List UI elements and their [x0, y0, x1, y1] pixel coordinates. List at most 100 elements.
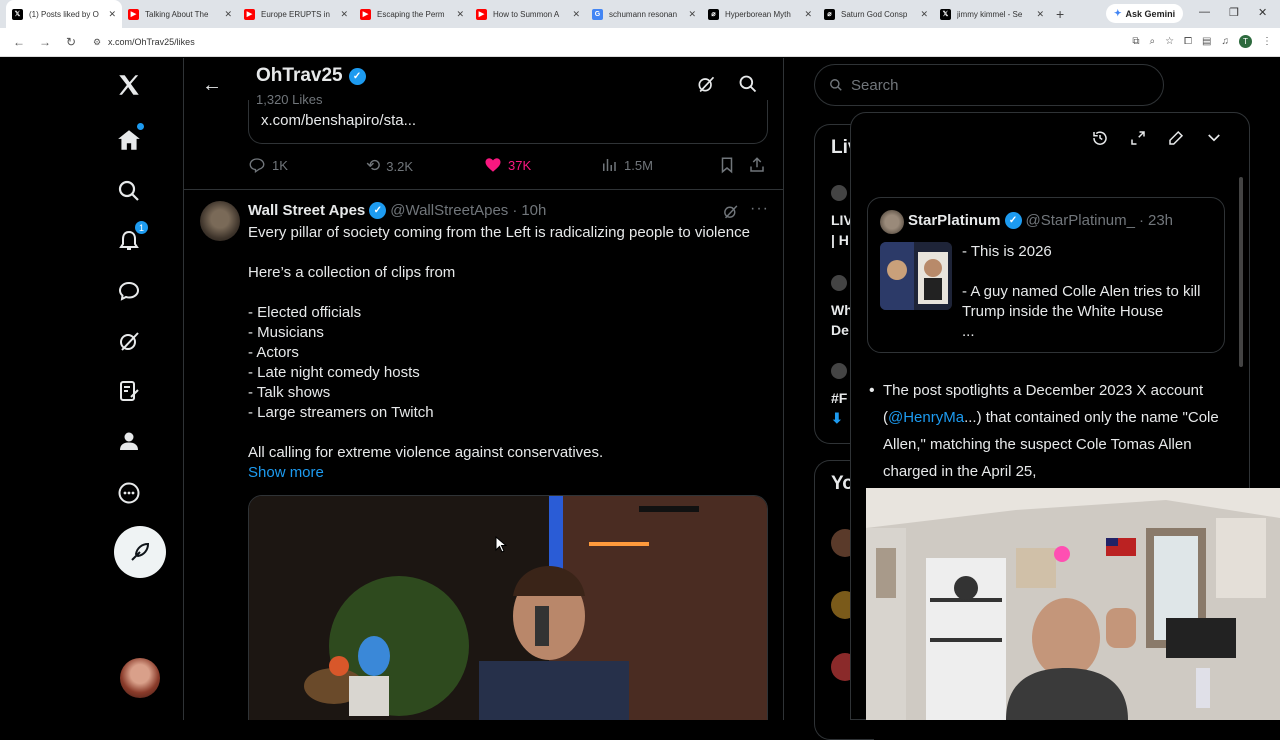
live-item-text[interactable]: #F — [831, 389, 847, 407]
close-tab-icon[interactable]: ✕ — [804, 9, 812, 20]
show-more-link[interactable]: Show more — [248, 463, 778, 483]
author-name[interactable]: Wall Street Apes — [248, 202, 365, 219]
forward-arrow-icon[interactable]: → — [38, 35, 52, 49]
x-icon: 𝕏 — [12, 8, 23, 20]
address-bar: ← → ↻ ⚙ x.com/OhTrav25/likes ⧉ ⌕ ☆ ⧠ ▤ ♫… — [0, 28, 1280, 57]
grok-explain-icon[interactable] — [722, 203, 739, 225]
youtube-icon: ▶ — [244, 8, 255, 20]
like-button[interactable]: 37K — [484, 156, 531, 174]
close-tab-icon[interactable]: ✕ — [224, 9, 232, 20]
home-new-dot — [137, 123, 144, 130]
back-arrow-icon[interactable]: ← — [202, 74, 222, 97]
quoted-link[interactable]: x.com/benshapiro/sta... — [261, 112, 416, 129]
mention-link[interactable]: @HenryMa — [888, 409, 964, 426]
browser-tab[interactable]: ▶ Escaping the Perm ✕ — [354, 0, 470, 28]
close-tab-icon[interactable]: ✕ — [688, 9, 696, 20]
post-time[interactable]: 10h — [521, 202, 546, 219]
extensions-icon[interactable]: ⧠ — [1184, 36, 1192, 47]
quoted-post-card[interactable]: x.com/benshapiro/sta... — [248, 100, 768, 144]
separator-dot: · — [1138, 212, 1144, 229]
close-tab-icon[interactable]: ✕ — [456, 9, 464, 20]
views-button[interactable]: 1.5M — [600, 156, 653, 174]
grok-icon[interactable] — [696, 74, 716, 99]
post-video[interactable] — [248, 495, 768, 720]
grok-icon[interactable] — [114, 326, 144, 356]
close-tab-icon[interactable]: ✕ — [340, 9, 348, 20]
notifications-bell-icon[interactable]: 1 — [114, 221, 148, 256]
minimize-icon[interactable]: — — [1199, 6, 1210, 18]
site-info-icon[interactable]: ⚙ — [90, 37, 104, 48]
url-field[interactable]: x.com/OhTrav25/likes — [108, 37, 195, 47]
sidebar-icon[interactable]: ▤ — [1202, 36, 1211, 47]
browser-tab[interactable]: 𝕏 (1) Posts liked by O ✕ — [6, 0, 122, 28]
list-item: - Late night comedy hosts — [248, 364, 420, 381]
post-header: Wall Street Apes ✓ @WallStreetApes · 10h — [248, 202, 546, 219]
close-tab-icon[interactable]: ✕ — [1036, 9, 1044, 20]
bookmark-star-icon[interactable]: ☆ — [1165, 36, 1174, 47]
bookmark-icon[interactable] — [718, 156, 736, 174]
search-icon[interactable] — [738, 74, 758, 99]
author-avatar[interactable] — [200, 201, 240, 241]
close-window-icon[interactable]: ✕ — [1258, 6, 1267, 19]
close-tab-icon[interactable]: ✕ — [108, 9, 116, 20]
explore-search-icon[interactable] — [114, 176, 144, 206]
reply-icon — [249, 158, 265, 174]
author-handle[interactable]: @WallStreetApes — [390, 202, 508, 219]
history-icon[interactable] — [1091, 129, 1109, 152]
search-placeholder: Search — [851, 76, 899, 94]
grok-toolbar — [1091, 129, 1223, 152]
expand-icon[interactable] — [1129, 129, 1147, 152]
account-avatar[interactable] — [120, 658, 160, 698]
more-options-icon[interactable] — [114, 478, 144, 508]
close-tab-icon[interactable]: ✕ — [572, 9, 580, 20]
grok-scrollbar[interactable] — [1239, 177, 1243, 367]
search-input[interactable]: Search — [814, 64, 1164, 106]
new-tab-button[interactable]: + — [1056, 6, 1064, 22]
browser-tab[interactable]: Gschumann resonan ✕ — [586, 0, 702, 28]
live-item-text[interactable]: | H — [831, 231, 849, 249]
browser-menu-icon[interactable]: ⋮ — [1262, 36, 1272, 47]
gemini-icon: ✦ — [1114, 8, 1122, 18]
views-chart-icon — [603, 159, 616, 171]
profile-avatar[interactable]: T — [1239, 35, 1252, 48]
close-tab-icon[interactable]: ✕ — [920, 9, 928, 20]
profile-name: OhTrav25 — [256, 65, 343, 86]
post-line: All calling for extreme violence against… — [248, 444, 604, 461]
quoted-author-name: StarPlatinum — [908, 212, 1001, 229]
share-icon[interactable] — [748, 156, 766, 174]
messages-icon[interactable] — [114, 276, 144, 306]
reload-icon[interactable]: ↻ — [64, 35, 78, 49]
zoom-icon[interactable]: ⌕ — [1149, 36, 1155, 47]
more-options-icon[interactable]: ··· — [750, 200, 769, 218]
quoted-author-handle: @StarPlatinum_ — [1025, 212, 1135, 229]
grok-quoted-post[interactable]: StarPlatinum ✓ @StarPlatinum_ · 23h - Th… — [867, 197, 1225, 353]
install-app-icon[interactable]: ⧉ — [1132, 36, 1139, 47]
browser-tab[interactable]: ▶ Europe ERUPTS in ✕ — [238, 0, 354, 28]
quoted-line: - A guy named Colle Alen tries to kill T… — [962, 283, 1201, 320]
media-icon[interactable]: ♫ — [1222, 36, 1230, 47]
back-arrow-icon[interactable]: ← — [12, 35, 26, 49]
reply-button[interactable]: 1K — [248, 156, 288, 174]
repost-icon: ⟲ — [366, 156, 381, 175]
browser-tab[interactable]: ▶ How to Summon A ✕ — [470, 0, 586, 28]
compose-post-button[interactable] — [114, 526, 166, 578]
browser-tab[interactable]: ⌀ Hyperborean Myth ✕ — [702, 0, 818, 28]
browser-tab[interactable]: ▶ Talking About The ✕ — [122, 0, 238, 28]
x-logo-icon[interactable] — [114, 70, 144, 100]
maximize-icon[interactable]: ❐ — [1229, 6, 1239, 19]
post-divider — [184, 189, 783, 190]
profile-person-icon[interactable] — [114, 426, 144, 456]
ask-gemini-button[interactable]: ✦ Ask Gemini — [1106, 4, 1184, 23]
tab-title: schumann resonan — [609, 9, 678, 19]
browser-tab[interactable]: 𝕏jimmy kimmel - Se ✕ — [934, 0, 1050, 28]
live-avatar — [831, 363, 847, 379]
live-item-text[interactable]: De — [831, 321, 849, 339]
drafts-edit-icon[interactable] — [114, 376, 144, 406]
youtube-icon: ▶ — [476, 8, 487, 20]
new-chat-icon[interactable] — [1167, 129, 1185, 152]
chevron-down-icon[interactable] — [1205, 129, 1223, 152]
repost-button[interactable]: ⟲ 3.2K — [366, 156, 413, 176]
browser-tab[interactable]: ⌀ Saturn God Consp ✕ — [818, 0, 934, 28]
home-icon[interactable] — [114, 123, 144, 155]
tab-title: How to Summon A — [493, 9, 560, 19]
